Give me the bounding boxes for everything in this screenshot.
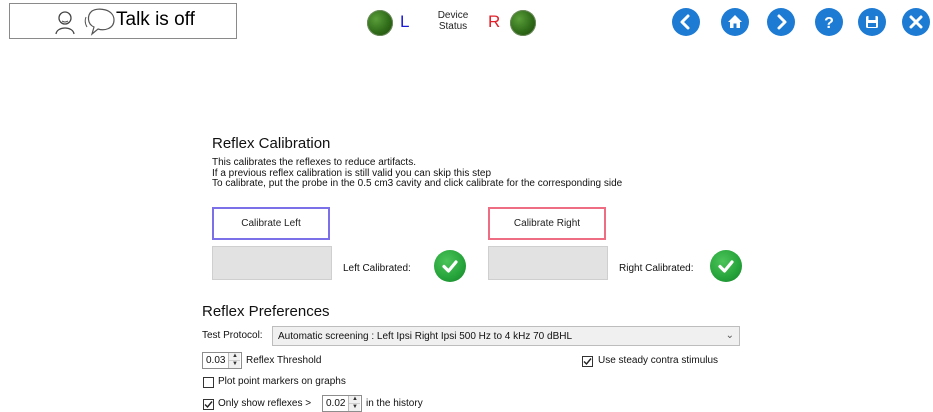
stepper-down-icon[interactable]: ▼ [349, 403, 361, 411]
svg-text:?: ? [824, 15, 834, 31]
chevron-down-icon: ⌄ [725, 330, 734, 341]
calibration-description-3: To calibrate, put the probe in the 0.5 c… [212, 178, 623, 189]
person-speaking-icon [55, 11, 75, 35]
only-show-threshold-value[interactable]: 0.02 [323, 396, 348, 411]
checkmark-icon [204, 401, 213, 409]
device-status-line1: Device [437, 10, 469, 21]
back-button[interactable] [672, 8, 700, 36]
save-button[interactable] [858, 8, 886, 36]
steady-contra-label: Use steady contra stimulus [598, 355, 719, 366]
left-calibrated-check-icon [434, 250, 466, 282]
help-icon: ? [824, 15, 834, 31]
only-show-reflexes-label: Only show reflexes > [218, 398, 312, 409]
stepper-up-icon[interactable]: ▲ [229, 353, 241, 360]
right-calibration-display [488, 246, 608, 280]
home-icon [728, 15, 742, 28]
help-button[interactable]: ? [815, 8, 843, 36]
left-calibration-display [212, 246, 332, 280]
right-calibrated-label: Right Calibrated: [619, 263, 694, 274]
left-side-label: L [400, 12, 410, 31]
test-protocol-select[interactable]: Automatic screening : Left Ipsi Right Ip… [272, 326, 740, 346]
forward-icon [777, 14, 787, 30]
calibrate-left-button[interactable]: Calibrate Left [212, 207, 330, 240]
home-button[interactable] [721, 8, 749, 36]
device-status-line2: Status [438, 21, 468, 32]
device-status-label: Device Status [436, 10, 470, 32]
talk-toggle[interactable]: Talk is off [9, 3, 237, 39]
reflex-threshold-value[interactable]: 0.03 [203, 353, 228, 368]
back-icon [680, 14, 690, 30]
only-show-threshold-stepper[interactable]: 0.02 ▲ ▼ [322, 395, 362, 412]
stepper-down-icon[interactable]: ▼ [229, 360, 241, 368]
plot-markers-label: Plot point markers on graphs [218, 376, 346, 387]
calibration-title: Reflex Calibration [212, 135, 331, 152]
left-status-led [367, 10, 393, 36]
right-status-led [510, 10, 536, 36]
right-side-label: R [488, 12, 501, 31]
close-button[interactable] [902, 8, 930, 36]
preferences-title: Reflex Preferences [202, 303, 330, 320]
talk-status-label: Talk is off [116, 9, 195, 30]
checkmark-icon [583, 358, 592, 366]
only-show-reflexes-checkbox[interactable] [203, 399, 214, 410]
right-calibrated-check-icon [710, 250, 742, 282]
reflex-threshold-label: Reflex Threshold [246, 355, 322, 366]
speech-bubble-icon [84, 8, 115, 36]
save-icon [866, 16, 878, 28]
calibration-description-1: This calibrates the reflexes to reduce a… [212, 157, 416, 168]
test-protocol-value: Automatic screening : Left Ipsi Right Ip… [278, 330, 573, 342]
close-icon [909, 15, 923, 29]
forward-button[interactable] [767, 8, 795, 36]
left-calibrated-label: Left Calibrated: [343, 263, 411, 274]
steady-contra-checkbox[interactable] [582, 356, 593, 367]
reflex-threshold-stepper[interactable]: 0.03 ▲ ▼ [202, 352, 242, 369]
plot-markers-checkbox[interactable] [203, 377, 214, 388]
test-protocol-label: Test Protocol: [202, 330, 263, 341]
stepper-up-icon[interactable]: ▲ [349, 396, 361, 403]
history-label: in the history [366, 398, 423, 409]
calibrate-right-button[interactable]: Calibrate Right [488, 207, 606, 240]
